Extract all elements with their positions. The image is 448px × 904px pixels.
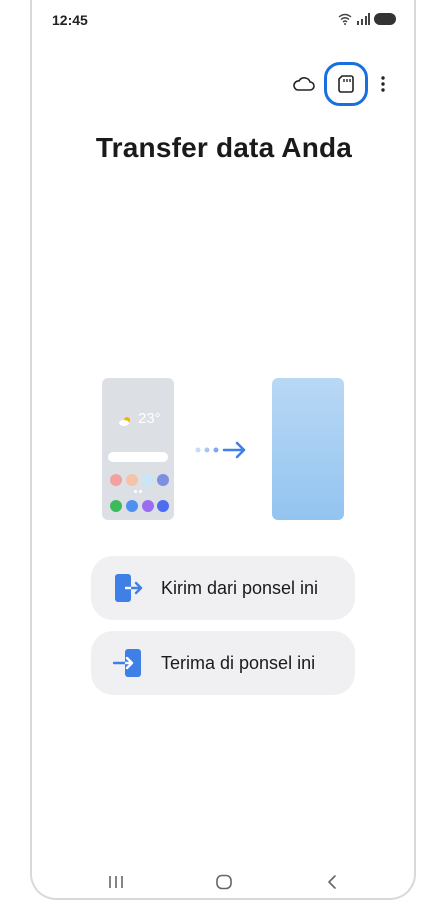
sd-card-button[interactable]	[324, 62, 368, 106]
home-icon[interactable]	[215, 874, 233, 890]
sd-card-icon	[338, 75, 354, 93]
recent-apps-icon[interactable]	[107, 874, 125, 890]
app-icon	[110, 500, 122, 512]
receive-on-this-phone-button[interactable]: Terima di ponsel ini	[91, 631, 355, 695]
app-icon	[126, 474, 138, 486]
battery-icon	[374, 13, 396, 25]
app-icon	[142, 500, 154, 512]
more-vertical-icon	[381, 76, 385, 92]
more-options-button[interactable]	[374, 70, 392, 98]
target-phone-illustration	[272, 378, 344, 520]
temperature-text: 23°	[138, 410, 161, 427]
weather-icon	[119, 417, 130, 426]
send-from-this-phone-button[interactable]: Kirim dari ponsel ini	[91, 556, 355, 620]
send-phone-icon	[115, 574, 143, 602]
app-icon	[110, 474, 122, 486]
top-actions	[290, 62, 392, 106]
receive-phone-icon	[112, 649, 141, 677]
app-icon	[126, 500, 138, 512]
cloud-icon	[293, 77, 315, 91]
receive-label: Terima di ponsel ini	[161, 652, 316, 673]
page-title: Transfer data Anda	[95, 132, 353, 163]
transfer-arrow-icon	[195, 441, 246, 459]
app-icon	[142, 474, 154, 486]
transfer-illustration: 23°	[102, 378, 344, 520]
app-icon	[157, 500, 169, 512]
signal-icon	[357, 13, 370, 25]
cloud-button[interactable]	[290, 70, 318, 98]
page-indicator	[134, 490, 142, 493]
status-bar: 12:45	[52, 12, 396, 32]
status-time: 12:45	[52, 12, 88, 28]
send-label: Kirim dari ponsel ini	[161, 577, 319, 598]
search-pill	[108, 452, 168, 462]
app-icon	[157, 474, 169, 486]
navigation-bar	[0, 874, 448, 894]
source-phone-illustration: 23°	[102, 378, 174, 520]
wifi-icon	[338, 13, 352, 25]
back-icon[interactable]	[324, 874, 340, 890]
